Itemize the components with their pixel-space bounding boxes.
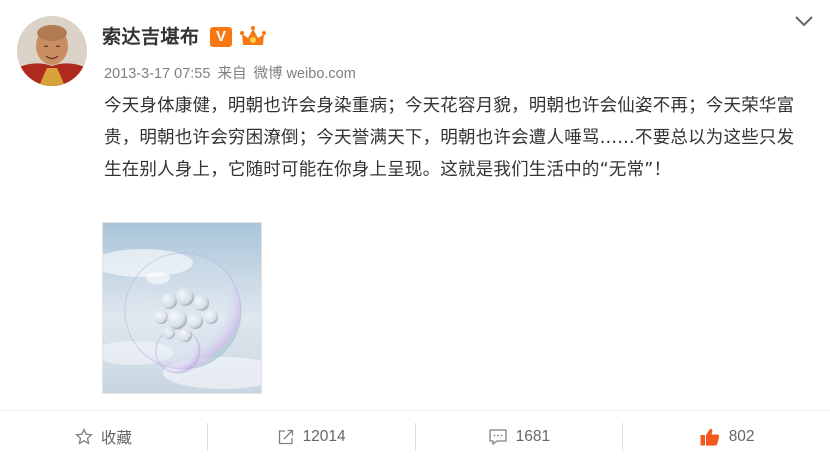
post-text: 今天身体康健，明朝也许会身染重病；今天花容月貌，明朝也许会仙姿不再；今天荣华富贵… <box>104 96 795 180</box>
comment-button[interactable]: 1681 <box>416 411 623 462</box>
like-button[interactable]: 802 <box>623 411 830 462</box>
comment-count: 1681 <box>515 427 551 445</box>
comment-icon <box>488 428 507 445</box>
member-crown-icon[interactable] <box>240 25 266 47</box>
repost-count: 12014 <box>302 427 346 445</box>
repost-button[interactable]: 12014 <box>208 411 415 462</box>
like-count: 802 <box>728 427 755 445</box>
star-icon <box>74 427 93 445</box>
post-timestamp[interactable]: 2013-3-17 07:55 <box>104 66 210 82</box>
post-image[interactable] <box>102 222 262 394</box>
post-meta: 2013-3-17 07:55 来自 微博 weibo.com <box>104 62 359 83</box>
chevron-down-icon[interactable] <box>794 14 814 28</box>
post-toolbar: 收藏 12014 1681 802 <box>0 410 830 462</box>
verified-badge[interactable]: V <box>210 27 232 47</box>
source-prefix: 来自 <box>217 66 247 82</box>
author-name[interactable]: 索达吉堪布 <box>102 22 200 49</box>
repost-icon <box>278 429 293 444</box>
favorite-button[interactable]: 收藏 <box>0 411 207 462</box>
author-avatar[interactable] <box>17 16 87 86</box>
post-source[interactable]: 微博 weibo.com <box>253 66 355 82</box>
thumbs-up-icon <box>700 428 719 446</box>
favorite-label: 收藏 <box>100 429 132 447</box>
